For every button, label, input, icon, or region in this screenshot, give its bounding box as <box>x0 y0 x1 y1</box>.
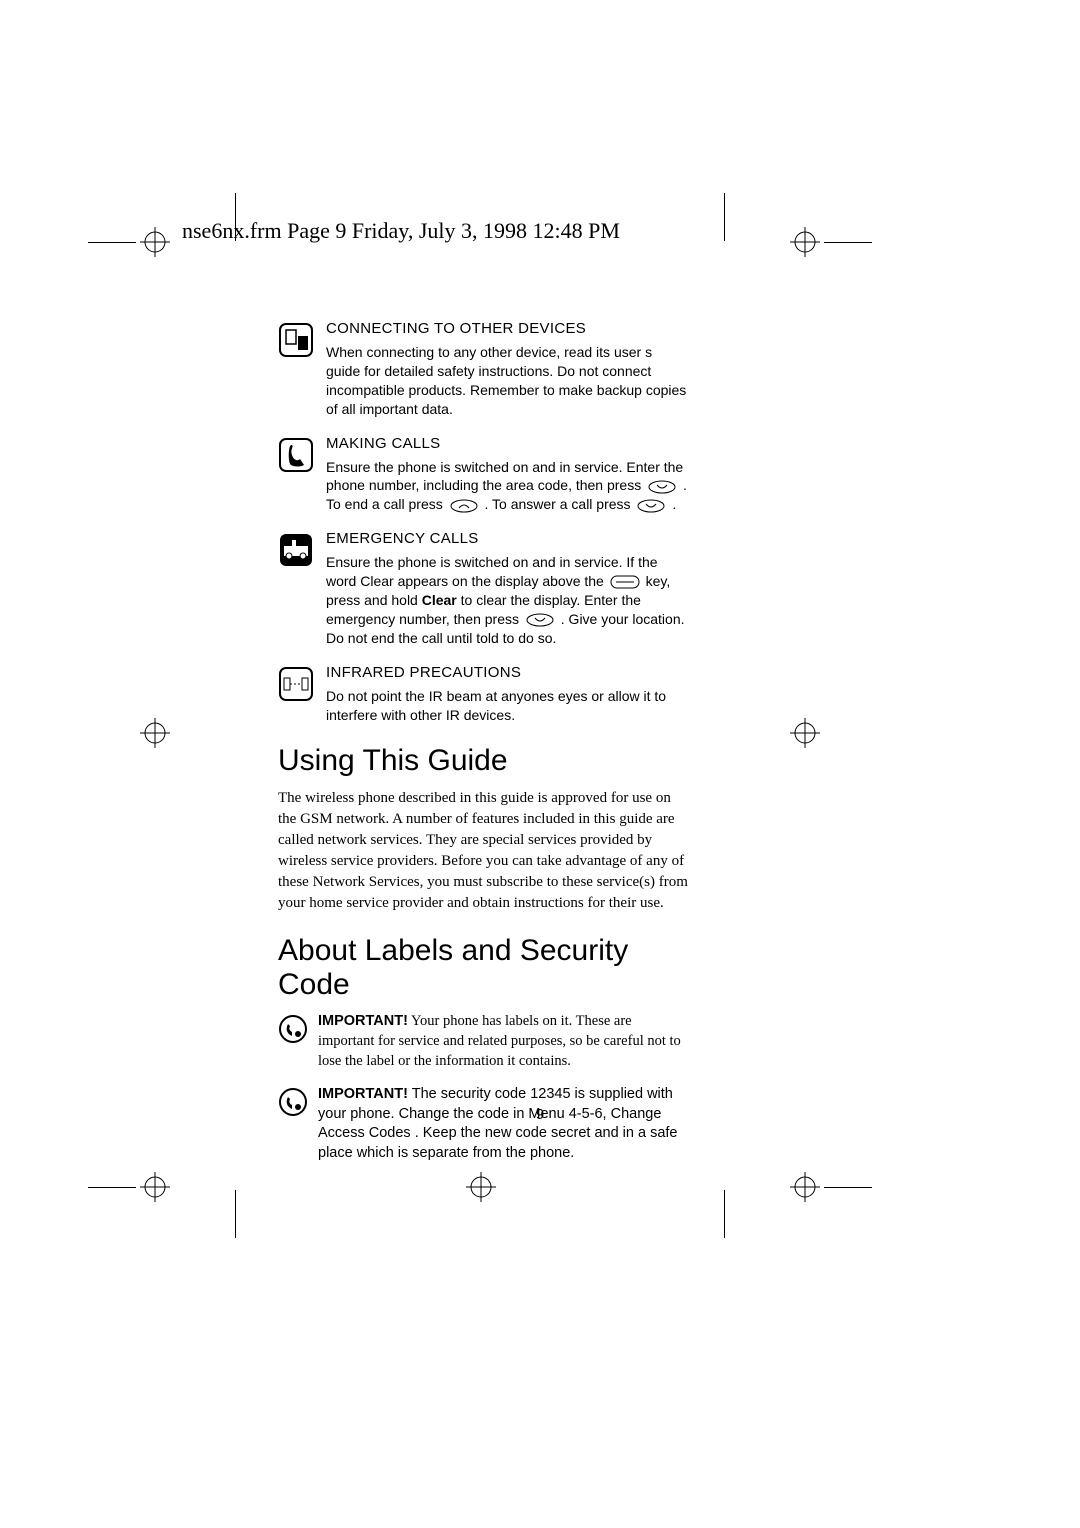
text-fragment: Ensure the phone is switched on and in s… <box>326 554 658 589</box>
page-number: 9 <box>0 1106 1080 1123</box>
important-label: IMPORTANT! <box>318 1013 408 1029</box>
crop-mark <box>724 1190 725 1238</box>
end-key-icon <box>449 498 479 514</box>
section-text: Ensure the phone is switched on and in s… <box>326 553 688 647</box>
section-title: EMERGENCY CALLS <box>326 530 688 547</box>
text-fragment: Ensure the phone is switched on and in s… <box>326 459 683 494</box>
crop-mark <box>88 1187 136 1188</box>
guide-paragraph: The wireless phone described in this gui… <box>278 788 688 914</box>
device-icon <box>278 322 314 358</box>
text-fragment: . To answer a call press <box>485 496 635 512</box>
section-text: Ensure the phone is switched on and in s… <box>326 458 688 515</box>
heading-using-guide: Using This Guide <box>278 744 688 778</box>
page-content: CONNECTING TO OTHER DEVICES When connect… <box>278 320 688 1177</box>
important-icon <box>278 1014 308 1044</box>
text-fragment: . <box>672 496 676 512</box>
call-key-icon <box>525 612 555 628</box>
clear-label: Clear <box>422 592 457 608</box>
section-text: When connecting to any other device, rea… <box>326 343 688 419</box>
reg-mark-icon <box>790 1172 820 1202</box>
important-text: IMPORTANT! Your phone has labels on it. … <box>318 1012 688 1071</box>
section-making-calls: MAKING CALLS Ensure the phone is switche… <box>278 435 688 515</box>
ambulance-icon <box>278 532 314 568</box>
call-key-icon <box>636 498 666 514</box>
reg-mark-icon <box>790 227 820 257</box>
crop-mark <box>724 193 725 241</box>
section-connecting: CONNECTING TO OTHER DEVICES When connect… <box>278 320 688 419</box>
crop-mark <box>88 242 136 243</box>
phone-icon <box>278 437 314 473</box>
crop-mark <box>824 1187 872 1188</box>
reg-mark-icon <box>790 718 820 748</box>
infrared-icon <box>278 666 314 702</box>
section-emergency: EMERGENCY CALLS Ensure the phone is swit… <box>278 530 688 647</box>
soft-key-icon <box>610 575 640 589</box>
important-block-security: IMPORTANT! The security code 12345 is su… <box>278 1085 688 1163</box>
crop-mark <box>824 242 872 243</box>
section-text: Do not point the IR beam at anyones eyes… <box>326 687 688 725</box>
section-title: CONNECTING TO OTHER DEVICES <box>326 320 688 337</box>
crop-mark <box>235 1190 236 1238</box>
important-block-labels: IMPORTANT! Your phone has labels on it. … <box>278 1012 688 1071</box>
call-key-icon <box>647 479 677 495</box>
heading-labels-security: About Labels and Security Code <box>278 934 688 1002</box>
reg-mark-icon <box>140 718 170 748</box>
reg-mark-icon <box>140 227 170 257</box>
reg-mark-icon <box>140 1172 170 1202</box>
section-title: INFRARED PRECAUTIONS <box>326 664 688 681</box>
important-text: IMPORTANT! The security code 12345 is su… <box>318 1085 688 1163</box>
important-label: IMPORTANT! <box>318 1086 408 1102</box>
section-infrared: INFRARED PRECAUTIONS Do not point the IR… <box>278 664 688 725</box>
section-title: MAKING CALLS <box>326 435 688 452</box>
page-header: nse6nx.frm Page 9 Friday, July 3, 1998 1… <box>182 218 620 244</box>
